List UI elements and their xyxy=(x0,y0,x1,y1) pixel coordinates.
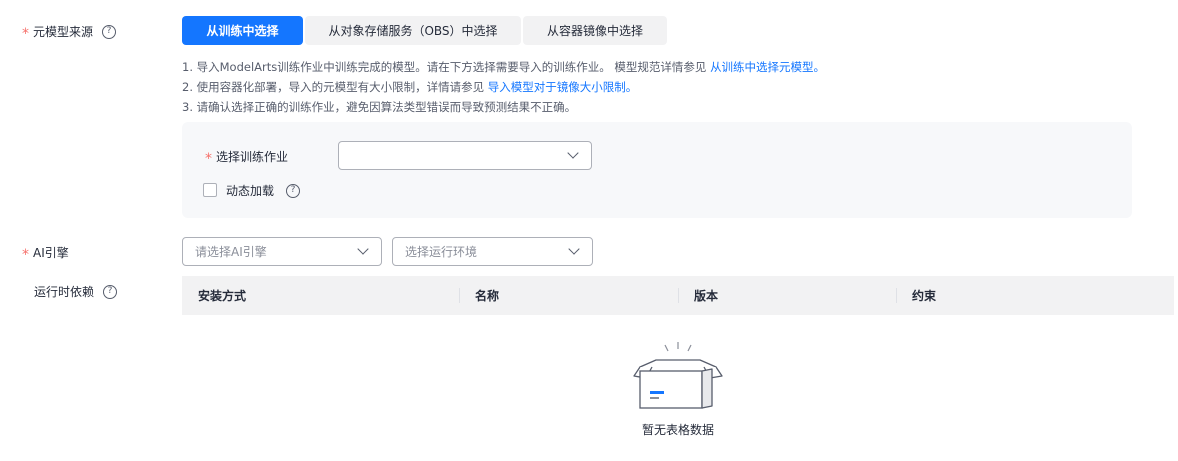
empty-box-icon xyxy=(633,342,723,409)
chevron-down-icon xyxy=(567,147,579,159)
runtime-deps-label: 运行时依赖 ? xyxy=(34,283,118,300)
ai-engine-label: * AI引擎 xyxy=(22,246,69,263)
link-training-model-spec[interactable]: 从训练中选择元模型。 xyxy=(710,60,825,74)
runtime-env-select[interactable]: 选择运行环境 xyxy=(392,237,593,266)
chevron-down-icon xyxy=(568,243,580,255)
tab-from-training[interactable]: 从训练中选择 xyxy=(182,16,303,45)
help-icon[interactable]: ? xyxy=(103,284,118,299)
column-header: 版本 xyxy=(678,276,896,315)
ai-engine-select[interactable]: 请选择AI引擎 xyxy=(182,237,382,266)
runtime-deps-table-header: 安装方式 名称 版本 约束 xyxy=(182,276,1174,315)
link-image-size-limit[interactable]: 导入模型对于镜像大小限制。 xyxy=(488,80,638,94)
note-3: 3. 请确认选择正确的训练作业，避免因算法类型错误而导致预测结果不正确。 xyxy=(182,100,577,114)
note-1: 1. 导入ModelArts训练作业中训练完成的模型。请在下方选择需要导入的训练… xyxy=(182,60,826,74)
model-source-label: * 元模型来源 ? xyxy=(22,23,117,42)
help-icon[interactable]: ? xyxy=(286,183,301,198)
required-mark: * xyxy=(22,246,29,263)
column-header: 约束 xyxy=(896,276,1174,315)
dynamic-loading-checkbox[interactable] xyxy=(203,183,217,197)
empty-state-text: 暂无表格数据 xyxy=(641,423,714,437)
chevron-down-icon xyxy=(357,243,369,255)
column-header: 名称 xyxy=(459,276,678,315)
column-header: 安装方式 xyxy=(198,289,247,303)
training-job-panel xyxy=(182,122,1132,218)
training-job-select[interactable] xyxy=(338,141,592,170)
source-tabs: 从训练中选择 从对象存储服务（OBS）中选择 从容器镜像中选择 xyxy=(182,16,667,45)
tab-from-obs[interactable]: 从对象存储服务（OBS）中选择 xyxy=(305,16,521,45)
source-notes: 1. 导入ModelArts训练作业中训练完成的模型。请在下方选择需要导入的训练… xyxy=(182,57,825,117)
required-mark: * xyxy=(22,25,29,42)
dynamic-loading-label: 动态加载 ? xyxy=(226,182,301,199)
help-icon[interactable]: ? xyxy=(102,24,117,39)
required-mark: * xyxy=(205,150,212,167)
training-job-label: * 选择训练作业 xyxy=(205,150,289,167)
note-2: 2. 使用容器化部署，导入的元模型有大小限制，详情请参见 导入模型对于镜像大小限… xyxy=(182,80,638,94)
tab-from-container-image[interactable]: 从容器镜像中选择 xyxy=(523,16,667,45)
